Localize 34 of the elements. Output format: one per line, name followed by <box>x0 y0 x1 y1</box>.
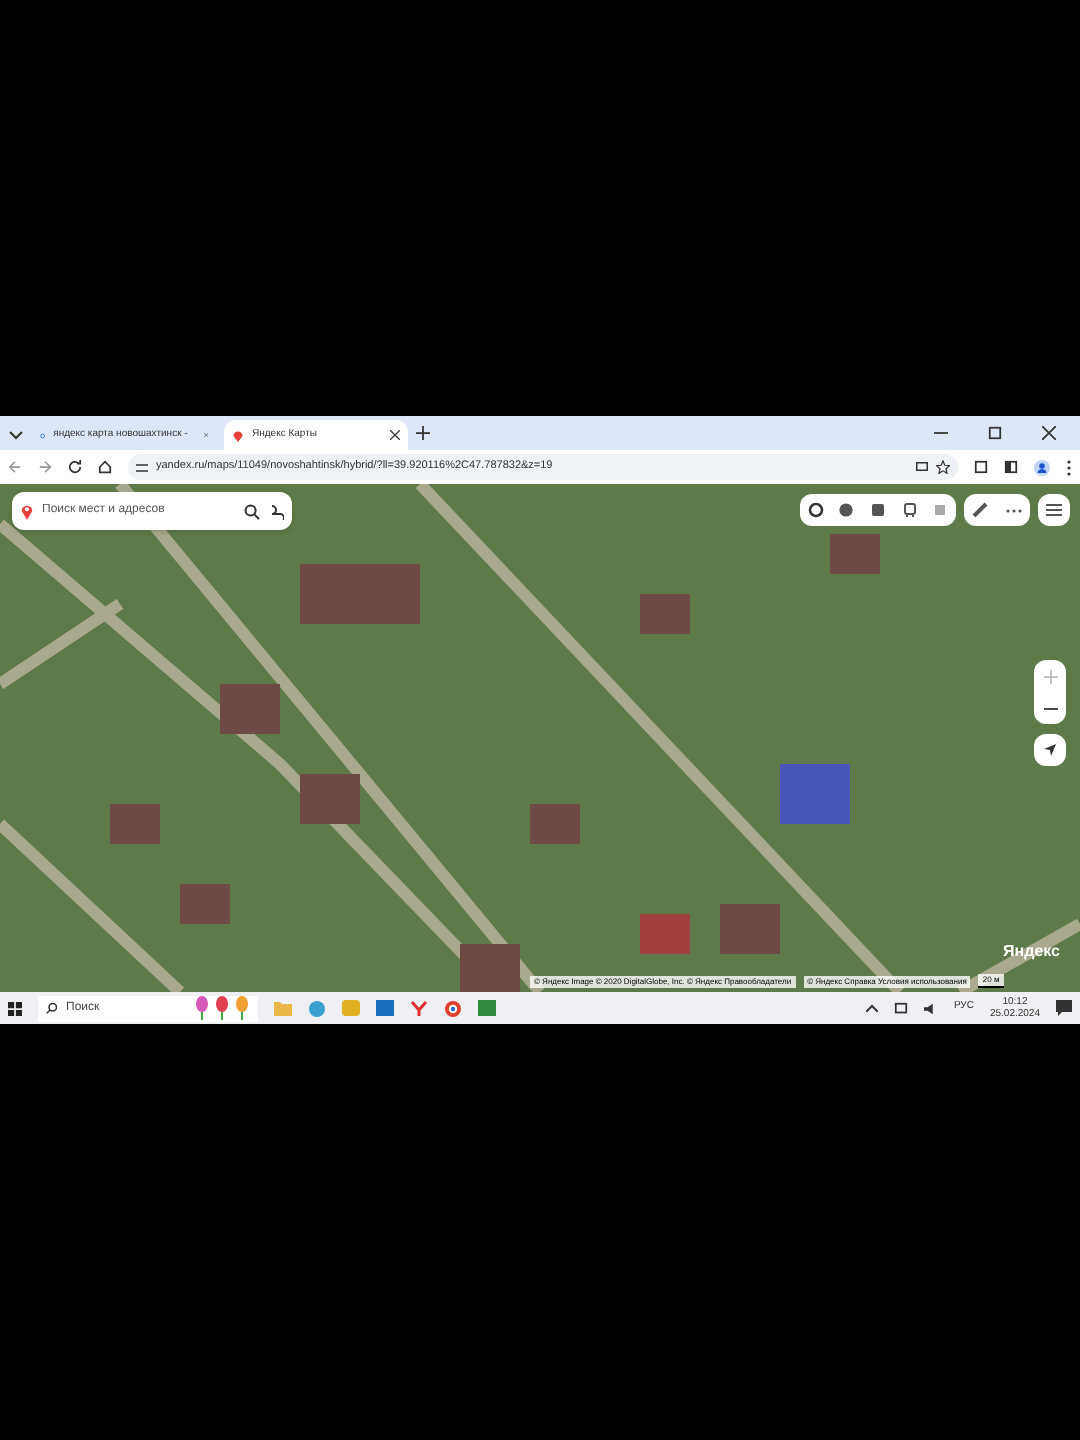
more-icon[interactable] <box>1005 507 1022 513</box>
navigation-arrow-icon <box>1042 742 1058 758</box>
menu-icon[interactable] <box>1066 459 1072 475</box>
close-icon[interactable] <box>390 430 400 440</box>
new-tab-icon[interactable] <box>416 426 430 440</box>
tab-list-icon[interactable] <box>8 425 24 441</box>
map-pin-icon <box>232 429 244 441</box>
home-icon[interactable] <box>98 460 112 474</box>
notification-icon[interactable] <box>1056 1000 1072 1016</box>
star-icon[interactable] <box>936 460 950 474</box>
back-icon[interactable] <box>8 460 22 474</box>
windows-start-icon[interactable] <box>8 1001 22 1015</box>
restore-icon[interactable] <box>988 426 1002 440</box>
route-icon[interactable] <box>268 503 284 519</box>
ruler-icon[interactable] <box>972 502 989 518</box>
map-logo: Яндекс <box>1003 940 1060 964</box>
profile-icon[interactable] <box>1034 459 1050 475</box>
yandex-browser-icon[interactable] <box>410 999 428 1017</box>
reload-icon[interactable] <box>68 460 82 474</box>
forward-icon[interactable] <box>38 460 52 474</box>
search-icon[interactable] <box>244 503 260 519</box>
side-panel-icon[interactable] <box>1004 460 1018 474</box>
speaker-icon[interactable] <box>923 1001 938 1015</box>
my-location-button[interactable] <box>1034 734 1066 766</box>
circle-icon[interactable] <box>807 502 824 518</box>
layers-menu-button[interactable] <box>1038 494 1070 526</box>
close-icon[interactable] <box>1042 426 1056 440</box>
menu-icon <box>1046 504 1062 516</box>
map-pin-icon <box>20 502 34 520</box>
site-settings-icon <box>136 461 148 473</box>
search-icon <box>46 1002 58 1014</box>
minimize-icon[interactable] <box>934 426 948 440</box>
bus-icon[interactable] <box>901 502 918 518</box>
tulips-icon <box>194 996 250 1020</box>
